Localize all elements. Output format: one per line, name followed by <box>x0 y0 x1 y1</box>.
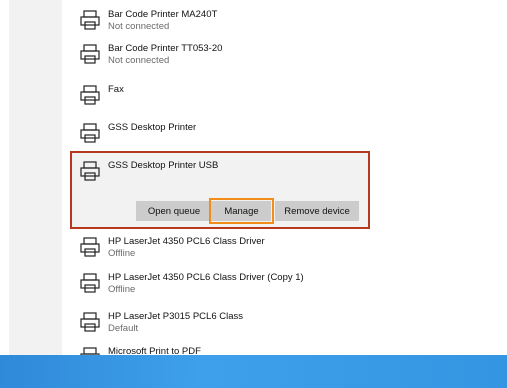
printer-name: Microsoft Print to PDF <box>108 346 201 355</box>
printer-name: Bar Code Printer MA240T <box>108 9 218 20</box>
printer-name: GSS Desktop Printer <box>108 122 197 133</box>
printer-icon <box>80 312 100 332</box>
printer-name: HP LaserJet 4350 PCL6 Class Driver <box>108 236 265 247</box>
printer-name: HP LaserJet 4350 PCL6 Class Driver (Copy… <box>108 272 304 283</box>
printer-name: GSS Desktop Printer USB <box>108 160 219 171</box>
printer-icon <box>80 161 100 181</box>
printer-icon <box>80 237 100 257</box>
printer-status: Default <box>108 323 139 334</box>
printer-status: Not connected <box>108 21 170 32</box>
open-queue-button[interactable]: Open queue <box>136 201 212 221</box>
printer-name: Bar Code Printer TT053-20 <box>108 43 223 54</box>
printer-icon <box>80 273 100 293</box>
printer-status: Offline <box>108 248 136 259</box>
printer-icon <box>80 85 100 105</box>
printer-icon <box>80 347 100 355</box>
printer-name: Fax <box>108 84 124 95</box>
printer-icon <box>80 44 100 64</box>
printer-status: Offline <box>108 284 136 295</box>
printer-status: Not connected <box>108 55 170 66</box>
printers-window: Bar Code Printer MA240T Not connected Ba… <box>9 0 498 355</box>
left-pane <box>9 0 62 355</box>
taskbar <box>0 355 507 388</box>
remove-device-button[interactable]: Remove device <box>275 201 359 221</box>
printer-icon <box>80 123 100 143</box>
manage-button[interactable]: Manage <box>212 201 271 221</box>
printer-icon <box>80 10 100 30</box>
printer-name: HP LaserJet P3015 PCL6 Class <box>108 311 244 322</box>
